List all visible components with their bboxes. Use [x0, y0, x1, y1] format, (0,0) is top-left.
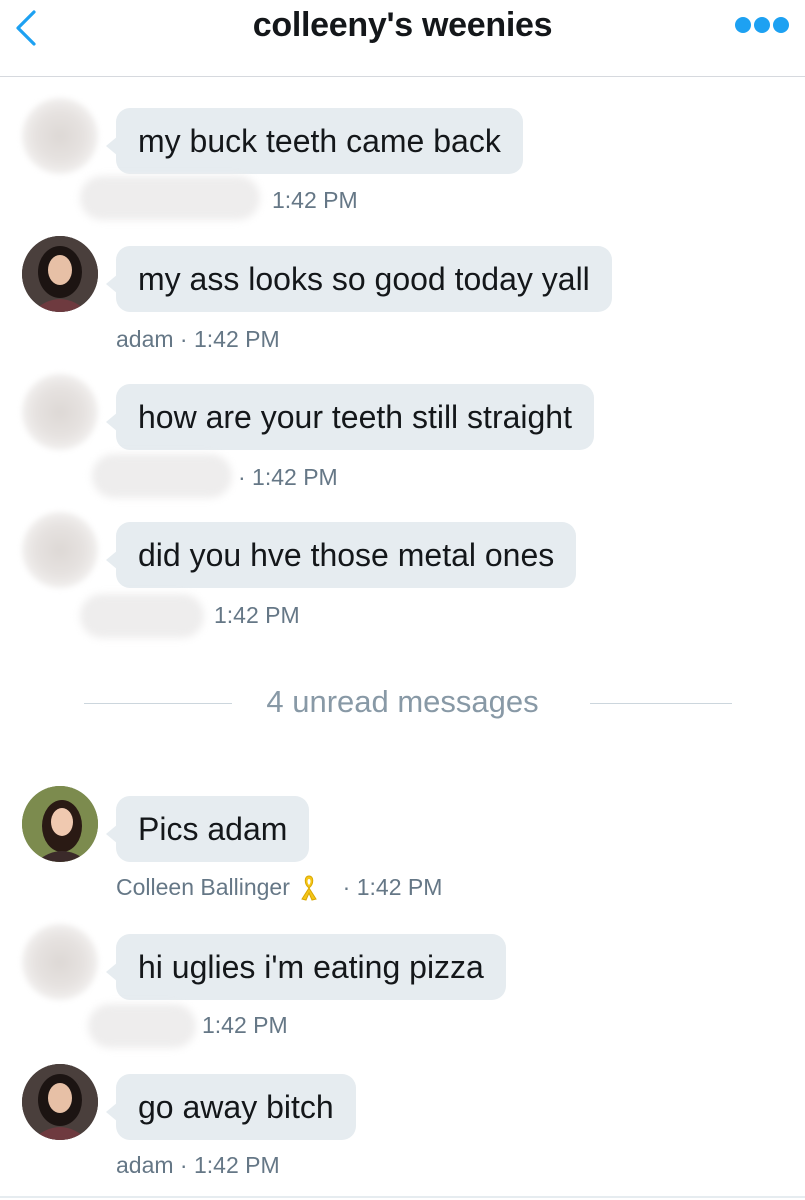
message-meta: adam · 1:42 PM — [116, 326, 280, 352]
divider-line-right — [590, 703, 732, 704]
yellow-ribbon-icon — [301, 875, 318, 901]
message-text: did you hve those metal ones — [138, 537, 555, 573]
message-bubble[interactable]: how are your teeth still straight — [106, 384, 594, 450]
conversation-header: colleeny's weenies — [0, 0, 805, 77]
message-bubble[interactable]: Pics adam — [105, 796, 310, 862]
message-meta: Colleen Ballinger · 1:42 PM — [116, 872, 442, 902]
sender-name: Colleen Ballinger — [116, 874, 290, 900]
message-bubble[interactable]: hi uglies i'm eating pizza — [106, 934, 506, 1000]
avatar[interactable] — [22, 1064, 98, 1140]
message-text: my buck teeth came back — [138, 123, 501, 159]
sender-name — [88, 1004, 196, 1048]
message-bubble[interactable]: did you hve those metal ones — [105, 522, 577, 588]
message-meta: 1:42 PM — [202, 1012, 288, 1038]
avatar[interactable] — [22, 924, 98, 1000]
profile-photo — [22, 236, 98, 312]
sender-name — [92, 454, 232, 498]
profile-photo — [22, 786, 98, 862]
profile-photo — [22, 1064, 98, 1140]
bottom-divider — [0, 1196, 805, 1198]
message-bubble[interactable]: go away bitch — [106, 1074, 356, 1140]
message-text: go away bitch — [138, 1089, 334, 1125]
message-time: · 1:42 PM — [342, 874, 443, 900]
message-meta: 1:42 PM — [214, 602, 300, 628]
message-text: my ass looks so good today yall — [138, 261, 590, 297]
avatar[interactable] — [22, 512, 98, 588]
message-text: hi uglies i'm eating pizza — [138, 949, 484, 985]
message-bubble[interactable]: my buck teeth came back — [106, 108, 523, 174]
message-text: Pics adam — [138, 811, 288, 847]
avatar[interactable] — [22, 236, 98, 312]
message-meta: 1:42 PM — [272, 187, 358, 213]
sender-name — [80, 176, 260, 220]
avatar[interactable] — [22, 786, 98, 862]
sender-name — [80, 594, 204, 638]
message-bubble[interactable]: my ass looks so good today yall — [106, 246, 612, 312]
more-dots-icon[interactable] — [733, 14, 791, 36]
message-text: how are your teeth still straight — [138, 399, 572, 435]
avatar[interactable] — [22, 98, 98, 174]
conversation-title: colleeny's weenies — [252, 6, 553, 44]
message-meta: adam · 1:42 PM — [116, 1152, 280, 1178]
avatar[interactable] — [22, 374, 98, 450]
message-meta: · 1:42 PM — [238, 464, 338, 490]
unread-messages-label: 4 unread messages — [266, 684, 539, 719]
